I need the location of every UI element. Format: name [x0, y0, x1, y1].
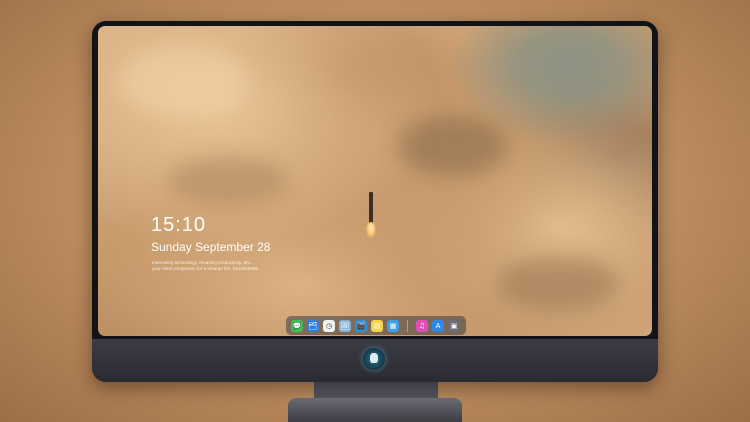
music-icon[interactable]: ♫	[416, 319, 428, 332]
clock-icon[interactable]: ◷	[323, 319, 335, 332]
rocket-image	[366, 192, 376, 238]
notes-icon[interactable]: ▤	[371, 319, 383, 332]
tagline-line-2: your ideal companion for a smarter life.…	[152, 266, 258, 271]
dock: 💬 🗂 ◷ 🖼 🎬 ▤ ▦ ♫ A ▣	[286, 316, 466, 335]
app-store-icon[interactable]: A	[432, 319, 444, 332]
lock-screen: 15:10 Sunday September 28 Interesting te…	[98, 26, 652, 336]
photos-icon[interactable]: ▦	[387, 319, 399, 332]
lock-date: Sunday September 28	[151, 240, 271, 254]
files-icon[interactable]: 🗂	[307, 319, 319, 332]
messages-icon[interactable]: 💬	[291, 319, 303, 332]
lock-clock: 15:10	[151, 214, 207, 236]
monitor-stand-neck	[314, 382, 438, 399]
monitor: 15:10 Sunday September 28 Interesting te…	[92, 21, 658, 382]
lock-tagline: Interesting technology. Amazing producti…	[152, 260, 302, 272]
preview-icon[interactable]: 🖼	[339, 319, 351, 332]
brand-logo-icon	[363, 348, 385, 370]
camera-icon[interactable]: ▣	[448, 319, 460, 332]
clapper-icon[interactable]: 🎬	[355, 319, 367, 332]
monitor-stand-base	[288, 398, 462, 422]
dock-separator	[407, 319, 408, 332]
